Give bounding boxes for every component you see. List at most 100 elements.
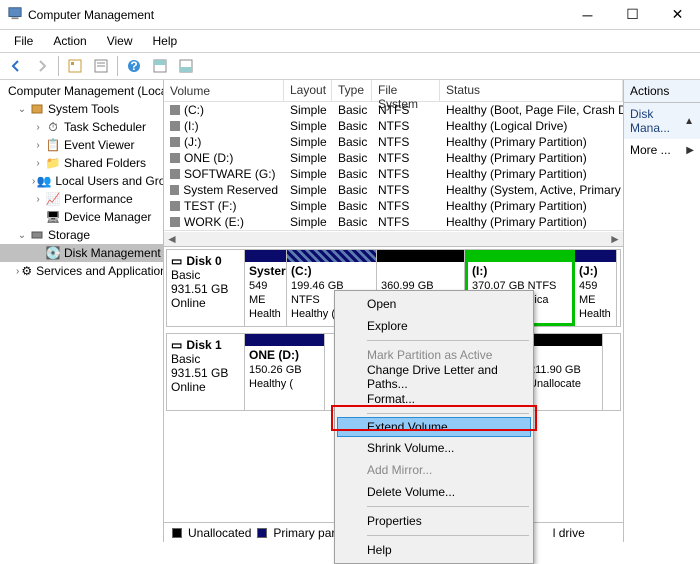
volume-list: Volume Layout Type File System Status (C… [164,80,623,247]
horizontal-scrollbar[interactable]: ◄ ► [164,230,623,246]
ctx-format[interactable]: Format... [337,388,531,410]
ctx-explore[interactable]: Explore [337,315,531,337]
legend-unallocated: Unallocated [188,526,251,540]
tree-disk-management[interactable]: 💽Disk Management [0,244,163,262]
volume-icon [170,153,180,163]
menu-help[interactable]: Help [145,32,186,50]
tree-services-apps[interactable]: ›⚙Services and Applications [0,262,163,280]
ctx-shrink-volume[interactable]: Shrink Volume... [337,437,531,459]
volume-row[interactable]: (C:) Simple Basic NTFS Healthy (Boot, Pa… [164,102,623,118]
volume-icon [170,121,180,131]
disk-info[interactable]: ▭ Disk 0Basic931.51 GBOnline [167,250,245,326]
expand-icon[interactable]: › [32,121,44,133]
volume-row[interactable]: ONE (D:) Simple Basic NTFS Healthy (Prim… [164,150,623,166]
submenu-arrow-icon: ▶ [686,145,694,156]
services-icon: ⚙ [21,264,32,278]
ctx-change-drive-letter[interactable]: Change Drive Letter and Paths... [337,366,531,388]
ctx-add-mirror: Add Mirror... [337,459,531,481]
col-layout[interactable]: Layout [284,80,332,101]
col-filesystem[interactable]: File System [372,80,440,101]
col-status[interactable]: Status [440,80,623,101]
volume-header-row: Volume Layout Type File System Status [164,80,623,102]
tree-shared-folders[interactable]: ›📁Shared Folders [0,154,163,172]
view-bottom-button[interactable] [174,55,198,77]
tree-root[interactable]: Computer Management (Local [0,82,163,100]
menu-file[interactable]: File [6,32,41,50]
actions-more[interactable]: More ...▶ [624,139,700,161]
menu-bar: File Action View Help [0,30,700,52]
menu-view[interactable]: View [99,32,141,50]
volume-row[interactable]: (J:) Simple Basic NTFS Healthy (Primary … [164,134,623,150]
legend-swatch-primary [257,528,267,538]
minimize-button[interactable]: ─ [565,0,610,30]
properties-button[interactable] [89,55,113,77]
tree-task-scheduler[interactable]: ›⏱Task Scheduler [0,118,163,136]
view-top-button[interactable] [148,55,172,77]
forward-button[interactable] [30,55,54,77]
volume-icon [170,137,180,147]
window-title: Computer Management [28,8,154,22]
scroll-left-icon[interactable]: ◄ [164,232,180,246]
clock-icon: ⏱ [46,120,60,134]
volume-row[interactable]: TEST (F:) Simple Basic NTFS Healthy (Pri… [164,198,623,214]
partition[interactable]: 211.90 GBUnallocate [525,334,603,410]
actions-header: Actions [624,80,700,103]
perf-icon: 📈 [46,192,60,206]
context-menu: Open Explore Mark Partition as Active Ch… [334,290,534,564]
actions-pane: Actions Disk Mana...▲ More ...▶ [624,80,700,542]
disk-icon: 💽 [46,246,60,260]
col-type[interactable]: Type [332,80,372,101]
collapse-icon[interactable]: ⌄ [16,229,28,241]
tree-storage[interactable]: ⌄ Storage [0,226,163,244]
actions-disk-management[interactable]: Disk Mana...▲ [624,103,700,139]
partition[interactable]: (J:)459 MEHealth [575,250,617,326]
title-bar: Computer Management ─ ☐ ✕ [0,0,700,30]
volume-icon [170,185,179,195]
collapse-arrow-icon: ▲ [684,116,694,127]
tree-device-manager[interactable]: 🖥Device Manager [0,208,163,226]
storage-icon [30,228,44,242]
volume-row[interactable]: System Reserved Simple Basic NTFS Health… [164,182,623,198]
ctx-help[interactable]: Help [337,539,531,561]
help-button[interactable]: ? [122,55,146,77]
volume-icon [170,105,180,115]
menu-action[interactable]: Action [45,32,94,50]
ctx-extend-volume[interactable]: Extend Volume... [337,417,531,437]
ctx-properties[interactable]: Properties [337,510,531,532]
tree-event-viewer[interactable]: ›📋Event Viewer [0,136,163,154]
legend-swatch-unallocated [172,528,182,538]
expand-icon[interactable]: › [32,175,35,187]
volume-row[interactable]: WORK (E:) Simple Basic NTFS Healthy (Pri… [164,214,623,230]
maximize-button[interactable]: ☐ [610,0,655,30]
expand-icon[interactable]: › [16,265,19,277]
svg-text:?: ? [130,59,137,73]
partition[interactable]: ONE (D:)150.26 GBHealthy ( [245,334,325,410]
scroll-right-icon[interactable]: ► [607,232,623,246]
expand-icon[interactable]: › [32,139,44,151]
toolbar: ? [0,52,700,80]
tree-performance[interactable]: ›📈Performance [0,190,163,208]
tools-icon [30,102,44,116]
volume-icon [170,201,180,211]
users-icon: 👥 [37,174,51,188]
volume-icon [170,217,180,227]
disk-icon: ▭ [171,338,182,352]
volume-row[interactable]: SOFTWARE (G:) Simple Basic NTFS Healthy … [164,166,623,182]
navigation-tree[interactable]: Computer Management (Local ⌄ System Tool… [0,80,164,542]
volume-row[interactable]: (I:) Simple Basic NTFS Healthy (Logical … [164,118,623,134]
ctx-open[interactable]: Open [337,293,531,315]
expand-icon[interactable]: › [32,157,44,169]
back-button[interactable] [4,55,28,77]
refresh-button[interactable] [63,55,87,77]
col-volume[interactable]: Volume [164,80,284,101]
ctx-delete-volume[interactable]: Delete Volume... [337,481,531,503]
partition[interactable]: Syster549 MEHealth [245,250,287,326]
expand-icon[interactable]: › [32,193,44,205]
app-icon [8,6,22,23]
collapse-icon[interactable]: ⌄ [16,103,28,115]
close-button[interactable]: ✕ [655,0,700,30]
volume-icon [170,169,180,179]
tree-users-groups[interactable]: ›👥Local Users and Groups [0,172,163,190]
disk-info[interactable]: ▭ Disk 1Basic931.51 GBOnline [167,334,245,410]
tree-system-tools[interactable]: ⌄ System Tools [0,100,163,118]
